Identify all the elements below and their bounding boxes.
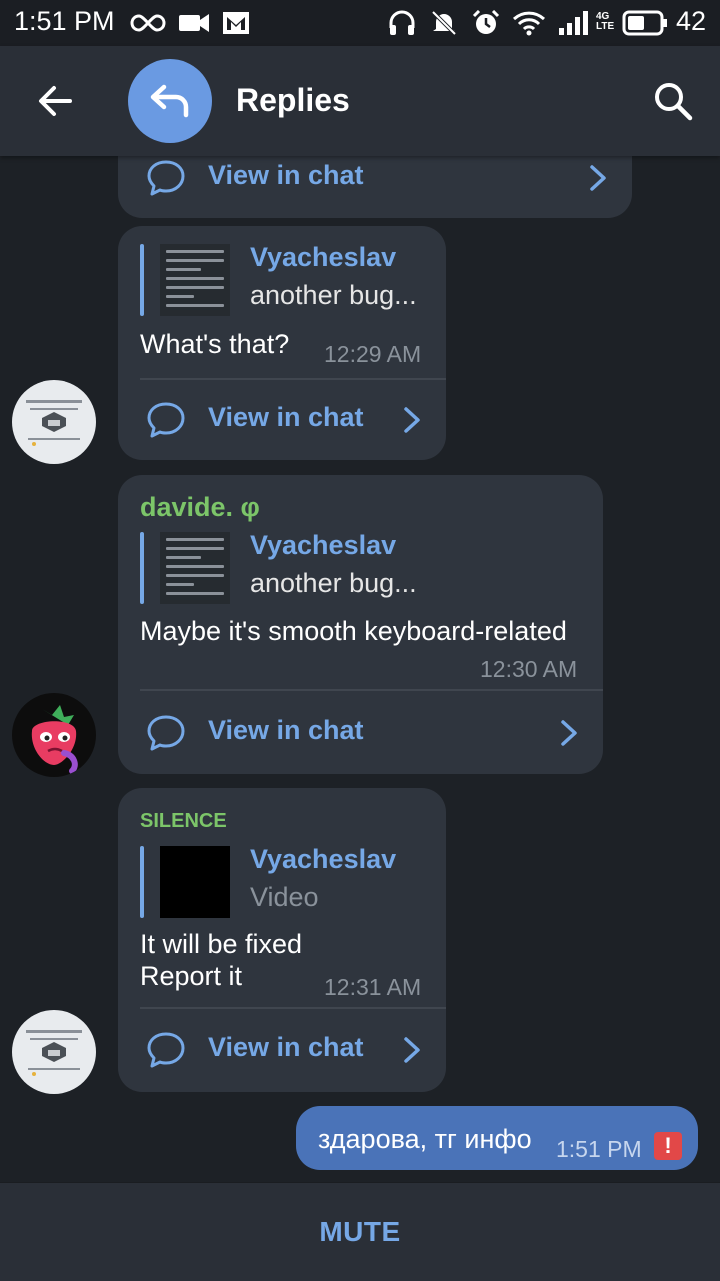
message-text: здарова, тг инфо bbox=[318, 1124, 532, 1154]
quote-bar bbox=[140, 244, 144, 316]
back-arrow-icon[interactable] bbox=[30, 76, 80, 126]
chevron-right-icon bbox=[404, 407, 420, 433]
status-time: 1:51 PM bbox=[14, 6, 115, 36]
bottom-bar: MUTE bbox=[0, 1182, 720, 1281]
chevron-right-icon bbox=[590, 165, 606, 191]
divider bbox=[140, 689, 603, 691]
message-bubble: SILENCE Vyacheslav Video It will be fixe… bbox=[118, 788, 446, 1092]
comment-icon bbox=[147, 715, 185, 751]
video-thumbnail bbox=[160, 846, 230, 918]
view-in-chat-label: View in chat bbox=[208, 402, 364, 432]
network-type: 4G LTE bbox=[596, 11, 615, 32]
avatar-image-icon bbox=[26, 400, 82, 446]
message-bubble: Vyacheslav another bug... What's that? 1… bbox=[118, 226, 446, 460]
message-text: Report it bbox=[140, 961, 243, 991]
reply-quote[interactable]: Vyacheslav another bug... bbox=[140, 530, 580, 604]
view-in-chat-button[interactable]: View in chat bbox=[118, 1010, 446, 1090]
sender-name[interactable]: davide. φ bbox=[140, 492, 260, 523]
reply-quote[interactable]: Vyacheslav another bug... bbox=[140, 242, 430, 316]
view-in-chat-label: View in chat bbox=[208, 715, 364, 745]
quote-author: Vyacheslav bbox=[250, 530, 397, 560]
avatar-image-icon bbox=[26, 1030, 82, 1076]
message-text: Maybe it's smooth keyboard-related bbox=[140, 616, 567, 646]
notifications-off-icon bbox=[431, 10, 457, 36]
strawberry-avatar-icon bbox=[31, 705, 78, 774]
video-icon bbox=[179, 14, 209, 32]
battery-level: 42 bbox=[675, 6, 706, 36]
avatar[interactable] bbox=[12, 380, 96, 464]
comment-icon bbox=[147, 160, 185, 196]
chat-title: Replies bbox=[236, 82, 350, 118]
message-time: 12:30 AM bbox=[480, 656, 578, 682]
quote-text: another bug... bbox=[250, 568, 417, 598]
comment-icon bbox=[147, 402, 185, 438]
view-in-chat-label: View in chat bbox=[208, 1032, 364, 1062]
send-error-icon[interactable]: ! bbox=[654, 1132, 682, 1160]
outgoing-message[interactable]: здарова, тг инфо 1:51 PM ! bbox=[296, 1106, 698, 1170]
message-time: 12:29 AM bbox=[324, 341, 422, 367]
reply-quote[interactable]: Vyacheslav Video bbox=[140, 844, 430, 918]
quote-bar bbox=[140, 532, 144, 604]
chat-header: Replies bbox=[0, 46, 720, 156]
headphones-icon bbox=[389, 10, 415, 35]
gmail-icon bbox=[223, 12, 249, 34]
search-icon[interactable] bbox=[648, 76, 698, 126]
chevron-right-icon bbox=[561, 720, 577, 746]
alarm-icon bbox=[472, 10, 500, 34]
avatar[interactable] bbox=[12, 693, 96, 777]
message-text: What's that? bbox=[140, 329, 290, 359]
chevron-right-icon bbox=[404, 1037, 420, 1063]
avatar[interactable] bbox=[12, 1010, 96, 1094]
quote-text: Video bbox=[250, 882, 319, 912]
message-time: 1:51 PM bbox=[556, 1136, 642, 1162]
infinity-icon bbox=[130, 14, 166, 32]
battery-icon bbox=[622, 10, 667, 36]
view-in-chat-button[interactable]: View in chat bbox=[118, 380, 446, 460]
view-in-chat-label: View in chat bbox=[208, 160, 364, 190]
signal-icon bbox=[559, 11, 588, 35]
mute-button[interactable]: MUTE bbox=[0, 1183, 720, 1281]
replies-avatar[interactable] bbox=[128, 59, 212, 143]
reply-icon bbox=[150, 84, 189, 118]
wifi-icon bbox=[512, 11, 546, 36]
quote-author: Vyacheslav bbox=[250, 844, 397, 874]
sender-name[interactable]: SILENCE bbox=[140, 810, 227, 833]
quote-bar bbox=[140, 846, 144, 918]
divider bbox=[140, 1007, 446, 1009]
quote-thumbnail bbox=[160, 532, 230, 604]
comment-icon bbox=[147, 1032, 185, 1068]
quote-thumbnail bbox=[160, 244, 230, 316]
status-bar: 1:51 PM 4G LTE 42 bbox=[0, 0, 720, 46]
view-in-chat-button[interactable]: View in chat bbox=[118, 693, 603, 773]
message-bubble: davide. φ Vyacheslav another bug... Mayb… bbox=[118, 475, 603, 774]
quote-author: Vyacheslav bbox=[250, 242, 397, 272]
message-text: It will be fixed bbox=[140, 929, 303, 959]
message-time: 12:31 AM bbox=[324, 974, 422, 1000]
quote-text: another bug... bbox=[250, 280, 417, 310]
